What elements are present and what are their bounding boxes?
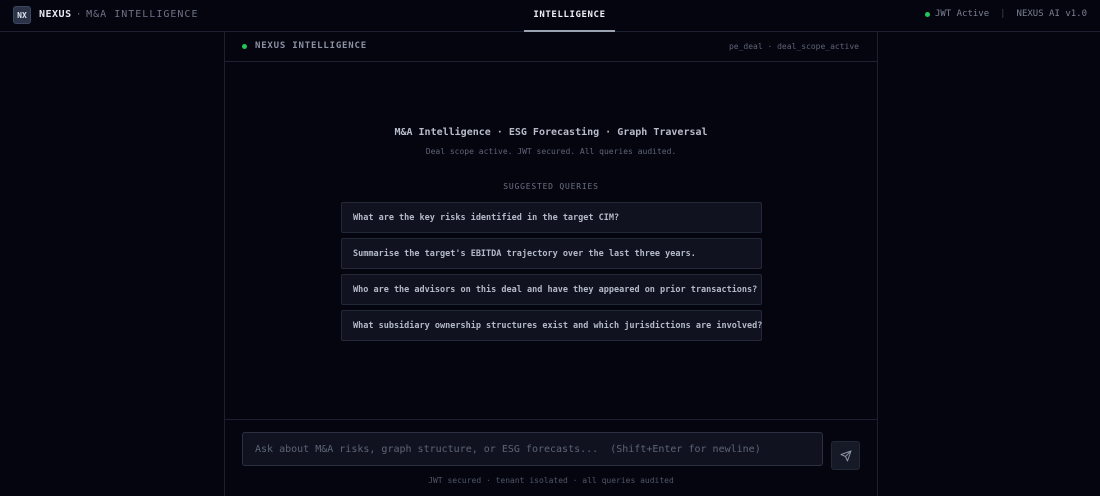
jwt-status: JWT Active [934, 9, 990, 19]
footer-note: JWT secured · tenant isolated · all quer… [428, 476, 674, 485]
tab-intelligence[interactable]: INTELLIGENCE [524, 0, 615, 32]
panel-header: NEXUS INTELLIGENCE pe_deal · deal_scope_… [225, 32, 877, 62]
hero-title: M&A Intelligence · ESG Forecasting · Gra… [394, 127, 708, 138]
status-dot-icon [924, 11, 930, 17]
composer: JWT secured · tenant isolated · all quer… [225, 419, 877, 496]
panel-title: NEXUS INTELLIGENCE [255, 41, 367, 51]
query-input[interactable] [242, 432, 823, 466]
nexus-logo[interactable]: NX [13, 6, 31, 24]
deal-scope: pe_deal · deal_scope_active [728, 42, 859, 51]
send-button[interactable] [831, 441, 860, 470]
brand-separator: · [75, 9, 83, 20]
suggested-query-3[interactable]: Who are the advisors on this deal and ha… [341, 274, 762, 305]
version-label: NEXUS AI v1.0 [1016, 9, 1087, 19]
brand-name: NEXUS [39, 9, 72, 20]
suggested-query-2[interactable]: Summarise the target's EBITDA trajectory… [341, 238, 762, 269]
chat-panel: NEXUS INTELLIGENCE pe_deal · deal_scope_… [224, 32, 878, 496]
status-area: JWT Active | NEXUS AI v1.0 [924, 9, 1087, 19]
status-separator: | [1000, 9, 1006, 19]
suggested-query-4[interactable]: What subsidiary ownership structures exi… [341, 310, 762, 341]
suggested-queries-label: SUGGESTED QUERIES [503, 182, 599, 191]
suggested-queries-list: What are the key risks identified in the… [341, 202, 762, 346]
send-icon [840, 450, 851, 461]
top-bar: NX NEXUS · M&A INTELLIGENCE INTELLIGENCE J… [0, 0, 1100, 32]
brand-subtitle: M&A INTELLIGENCE [86, 9, 199, 20]
suggested-query-1[interactable]: What are the key risks identified in the… [341, 202, 762, 233]
online-dot-icon [242, 44, 247, 49]
brand: NEXUS · M&A INTELLIGENCE [39, 9, 198, 20]
hero-subtitle: Deal scope active. JWT secured. All quer… [425, 147, 677, 156]
